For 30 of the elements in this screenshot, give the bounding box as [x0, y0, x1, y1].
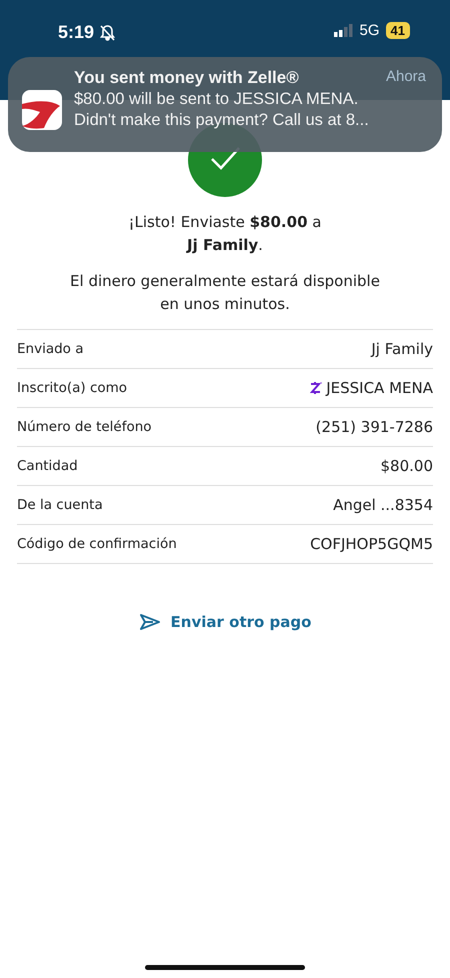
notification-banner[interactable]: You sent money with Zelle® Ahora $80.00 will be sent to JESSICA MENA. Didn't make this payment? Call us at 8... — [8, 57, 442, 152]
detail-value: Jj Family — [371, 340, 433, 358]
detail-value: $80.00 — [380, 457, 433, 475]
success-message: Jj Family. — [185, 235, 264, 256]
detail-value: JESSICA MENA — [326, 379, 433, 397]
signal-icon — [334, 24, 354, 37]
send-icon — [138, 613, 161, 631]
detail-value: COFJHOP5GQM5 — [310, 535, 433, 553]
detail-label: Inscrito(a) como — [17, 380, 128, 396]
notification-text: $80.00 will be sent to JESSICA MENA. — [74, 90, 360, 109]
detail-value: Angel ...8354 — [333, 496, 433, 514]
bell-muted-icon — [100, 24, 116, 40]
detail-label: Código de confirmación — [17, 536, 177, 552]
app-icon — [22, 90, 62, 130]
zelle-icon — [310, 381, 322, 395]
success-message: ¡Listo! Enviaste $80.00 a — [128, 212, 322, 233]
availability-note: El dinero generalmente estará disponible — [69, 271, 381, 292]
detail-label: Número de teléfono — [17, 419, 152, 435]
detail-value: (251) 391-7286 — [316, 418, 433, 436]
status-time: 5:19 — [58, 22, 94, 43]
notification-title: You sent money with Zelle® — [74, 68, 299, 88]
availability-note: en unos minutos. — [159, 294, 291, 315]
send-another-button[interactable]: Enviar otro pago — [134, 609, 316, 635]
detail-label: Enviado a — [17, 341, 84, 357]
notification-time: Ahora — [386, 68, 426, 87]
notification-text: Didn't make this payment? Call us at 8... — [74, 111, 370, 130]
network-label: 5G — [360, 22, 380, 39]
detail-label: De la cuenta — [17, 497, 103, 513]
battery-level: 41 — [386, 22, 410, 39]
detail-label: Cantidad — [17, 458, 78, 474]
